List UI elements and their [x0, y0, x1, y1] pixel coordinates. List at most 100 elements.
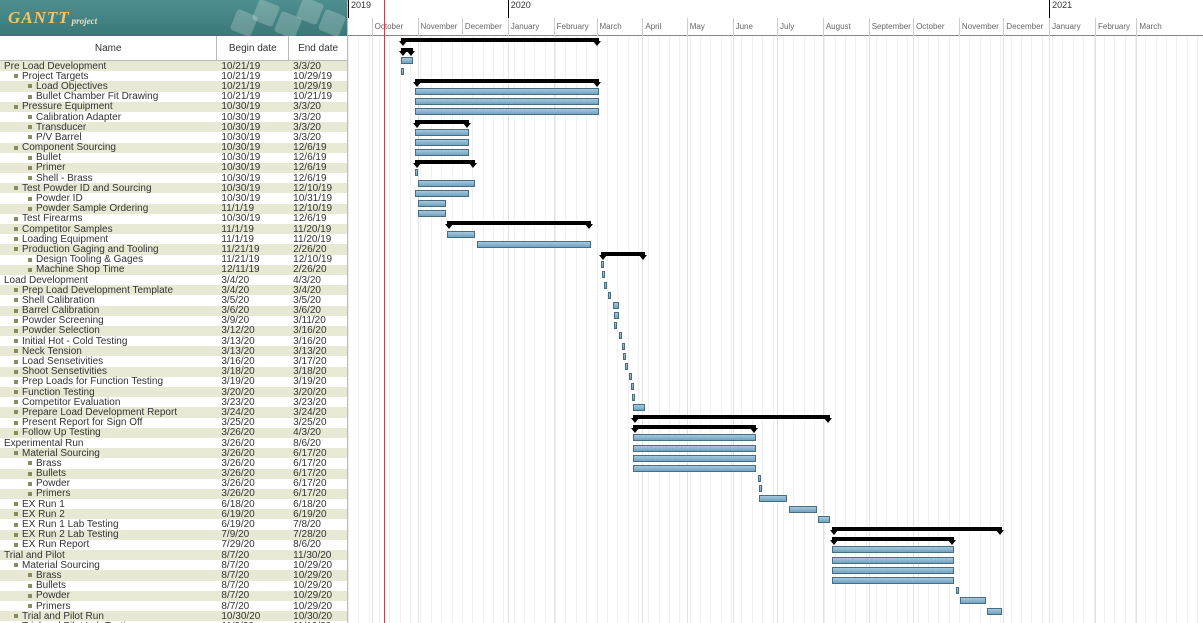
task-row[interactable]: Competitor Samples11/1/1911/20/19: [0, 224, 347, 234]
task-row[interactable]: Neck Tension3/13/203/13/20: [0, 346, 347, 356]
column-header-end[interactable]: End date: [289, 36, 347, 60]
task-bar[interactable]: [832, 577, 955, 584]
task-row[interactable]: Initial Hot - Cold Testing3/13/203/16/20: [0, 336, 347, 346]
task-row[interactable]: Material Sourcing3/26/206/17/20: [0, 448, 347, 458]
task-bar[interactable]: [629, 373, 632, 380]
task-row[interactable]: Experimental Run3/26/208/6/20: [0, 438, 347, 448]
summary-bar[interactable]: [832, 527, 1002, 531]
task-row[interactable]: Load Development3/4/204/3/20: [0, 275, 347, 285]
task-bar[interactable]: [415, 149, 470, 156]
task-row[interactable]: P/V Barrel10/30/193/3/20: [0, 132, 347, 142]
column-header-name[interactable]: Name: [0, 36, 217, 60]
task-bar[interactable]: [415, 108, 600, 115]
task-bar[interactable]: [415, 129, 470, 136]
task-row[interactable]: EX Run 2 Lab Testing7/9/207/28/20: [0, 530, 347, 540]
task-row[interactable]: Production Gaging and Tooling11/21/192/2…: [0, 244, 347, 254]
task-row[interactable]: Powder Screening3/9/203/11/20: [0, 316, 347, 326]
gantt-chart[interactable]: OctoberNovemberDecemberJanuaryFebruaryMa…: [348, 0, 1203, 623]
task-bar[interactable]: [602, 271, 605, 278]
summary-bar[interactable]: [832, 537, 955, 541]
task-bar[interactable]: [633, 434, 756, 441]
task-bar[interactable]: [415, 88, 600, 95]
task-row[interactable]: Load Sensetivities3/16/203/17/20: [0, 356, 347, 366]
summary-bar[interactable]: [415, 79, 600, 83]
task-bar[interactable]: [614, 312, 618, 319]
task-bar[interactable]: [415, 190, 470, 197]
task-row[interactable]: Trial and Pilot Run10/30/2010/30/20: [0, 611, 347, 621]
task-row[interactable]: Pressure Equipment10/30/193/3/20: [0, 102, 347, 112]
task-row[interactable]: Primers3/26/206/17/20: [0, 489, 347, 499]
task-bar[interactable]: [633, 465, 756, 472]
task-bar[interactable]: [633, 445, 756, 452]
task-bar[interactable]: [415, 169, 418, 176]
task-row[interactable]: EX Run 1 Lab Testing6/19/207/8/20: [0, 519, 347, 529]
task-bar[interactable]: [622, 343, 625, 350]
task-bar[interactable]: [632, 394, 635, 401]
task-bar[interactable]: [601, 261, 604, 268]
task-bar[interactable]: [633, 404, 645, 411]
task-bar[interactable]: [956, 587, 959, 594]
task-bar[interactable]: [818, 516, 830, 523]
task-bar[interactable]: [418, 180, 476, 187]
task-bar[interactable]: [758, 475, 761, 482]
task-row[interactable]: Powder8/7/2010/29/20: [0, 591, 347, 601]
task-row[interactable]: Primer10/30/1912/6/19: [0, 163, 347, 173]
summary-bar[interactable]: [447, 221, 590, 225]
task-row[interactable]: Loading Equipment11/1/1911/20/19: [0, 234, 347, 244]
task-bar[interactable]: [625, 363, 628, 370]
column-header-begin[interactable]: Begin date: [217, 36, 289, 60]
task-bar[interactable]: [447, 231, 475, 238]
task-row[interactable]: Trial and Pilot8/7/2011/30/20: [0, 550, 347, 560]
task-bar[interactable]: [613, 302, 619, 309]
task-row[interactable]: Primers8/7/2010/29/20: [0, 601, 347, 611]
task-bar[interactable]: [415, 98, 600, 105]
task-bar[interactable]: [401, 57, 413, 64]
task-bar[interactable]: [832, 557, 955, 564]
task-row[interactable]: Project Targets10/21/1910/29/19: [0, 71, 347, 81]
task-row[interactable]: EX Run 16/18/206/18/20: [0, 499, 347, 509]
task-bar[interactable]: [759, 495, 787, 502]
summary-bar[interactable]: [633, 425, 756, 429]
task-bar[interactable]: [633, 455, 756, 462]
task-row[interactable]: Bullets8/7/2010/29/20: [0, 581, 347, 591]
task-row[interactable]: Bullets3/26/206/17/20: [0, 469, 347, 479]
task-bar[interactable]: [631, 383, 634, 390]
task-row[interactable]: Calibration Adapter10/30/193/3/20: [0, 112, 347, 122]
task-bar[interactable]: [987, 608, 1002, 615]
task-row[interactable]: Material Sourcing8/7/2010/29/20: [0, 560, 347, 570]
task-bar[interactable]: [401, 68, 404, 75]
task-row[interactable]: Barrel Calibration3/6/203/6/20: [0, 306, 347, 316]
task-bar[interactable]: [608, 292, 611, 299]
task-row[interactable]: Prep Load Development Template3/4/203/4/…: [0, 285, 347, 295]
task-row[interactable]: Powder Selection3/12/203/16/20: [0, 326, 347, 336]
summary-bar[interactable]: [633, 415, 830, 419]
summary-bar[interactable]: [415, 160, 476, 164]
task-row[interactable]: Shell Calibration3/5/203/5/20: [0, 295, 347, 305]
task-row[interactable]: Prep Loads for Function Testing3/19/203/…: [0, 377, 347, 387]
task-row[interactable]: Powder Sample Ordering11/1/1912/10/19: [0, 204, 347, 214]
task-row[interactable]: Function Testing3/20/203/20/20: [0, 387, 347, 397]
task-row[interactable]: Brass3/26/206/17/20: [0, 458, 347, 468]
task-bar[interactable]: [415, 139, 470, 146]
task-bar[interactable]: [759, 485, 762, 492]
task-row[interactable]: Pre Load Development10/21/193/3/20: [0, 61, 347, 71]
task-row[interactable]: Shoot Sensetivities3/18/203/18/20: [0, 367, 347, 377]
task-bar[interactable]: [604, 282, 607, 289]
summary-bar[interactable]: [415, 120, 470, 124]
task-row[interactable]: Follow Up Testing3/26/204/3/20: [0, 428, 347, 438]
task-row[interactable]: EX Run Report7/29/208/6/20: [0, 540, 347, 550]
task-row[interactable]: Bullet10/30/1912/6/19: [0, 153, 347, 163]
task-bar[interactable]: [789, 506, 817, 513]
task-row[interactable]: Competitor Evaluation3/23/203/23/20: [0, 397, 347, 407]
task-row[interactable]: Present Report for Sign Off3/25/203/25/2…: [0, 418, 347, 428]
task-row[interactable]: Powder ID10/30/1910/31/19: [0, 193, 347, 203]
task-bar[interactable]: [477, 241, 591, 248]
task-row[interactable]: Shell - Brass10/30/1912/6/19: [0, 173, 347, 183]
task-bar[interactable]: [619, 332, 622, 339]
task-row[interactable]: Component Sourcing10/30/1912/6/19: [0, 143, 347, 153]
task-row[interactable]: Load Objectives10/21/1910/29/19: [0, 81, 347, 91]
task-bar[interactable]: [623, 353, 626, 360]
task-row[interactable]: Test Firearms10/30/1912/6/19: [0, 214, 347, 224]
task-bar[interactable]: [960, 597, 985, 604]
task-row[interactable]: Design Tooling & Gages11/21/1912/10/19: [0, 255, 347, 265]
